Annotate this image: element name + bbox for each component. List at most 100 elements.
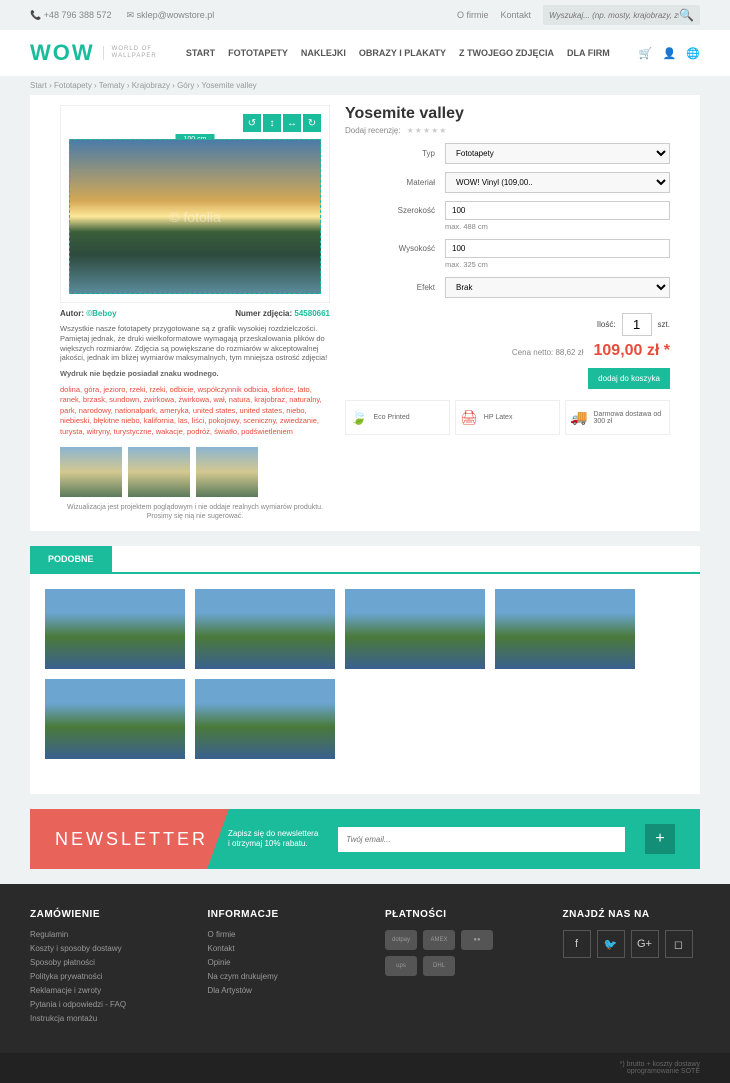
newsletter: NEWSLETTER Zapisz się do newsletterai ot… xyxy=(30,809,700,869)
feature-delivery: 🚚Darmowa dostawa od 300 zł xyxy=(565,400,670,435)
price: 109,00 zł * xyxy=(594,342,671,360)
similar-grid xyxy=(30,574,700,774)
height-input[interactable] xyxy=(445,239,670,258)
newsletter-input[interactable] xyxy=(338,827,625,852)
twitter-icon[interactable]: 🐦 xyxy=(597,930,625,958)
preview-thumb[interactable] xyxy=(128,447,190,497)
product-tags: dolina, góra, jezioro, rzeki, rzeki, odb… xyxy=(60,385,330,438)
rotate-ccw-icon[interactable]: ↺ xyxy=(243,114,261,132)
instagram-icon[interactable]: ◻ xyxy=(665,930,693,958)
pay-dhl-icon: DHL xyxy=(423,956,455,976)
footer-link[interactable]: Koszty i sposoby dostawy xyxy=(30,944,168,953)
watermark-note: Wydruk nie będzie posiadał znaku wodnego… xyxy=(60,369,330,379)
product-description: Wszystkie nasze fototapety przygotowane … xyxy=(60,324,330,363)
pay-mastercard-icon: ●● xyxy=(461,930,493,950)
image-number: Numer zdjęcia: 54580661 xyxy=(235,309,330,318)
bc-item[interactable]: Góry xyxy=(177,81,194,90)
nav-firm[interactable]: DLA FIRM xyxy=(567,48,610,58)
header-icons: 🛒 👤 🌐 xyxy=(639,47,700,60)
email[interactable]: ✉ sklep@wowstore.pl xyxy=(127,10,215,21)
nav-start[interactable]: START xyxy=(186,48,215,58)
footer-link[interactable]: Sposoby płatności xyxy=(30,958,168,967)
tab-similar[interactable]: PODOBNE xyxy=(30,546,112,572)
author-link[interactable]: ©Beboy xyxy=(86,309,116,318)
main-nav: START FOTOTAPETY NAKLEJKI OBRAZY I PLAKA… xyxy=(186,48,610,58)
user-icon[interactable]: 👤 xyxy=(663,47,677,60)
nav-obrazy[interactable]: OBRAZY I PLAKATY xyxy=(359,48,446,58)
width-input[interactable] xyxy=(445,201,670,220)
rotate-cw-icon[interactable]: ↻ xyxy=(303,114,321,132)
preview-thumb[interactable] xyxy=(196,447,258,497)
type-label: Typ xyxy=(345,149,435,158)
footer-link[interactable]: Regulamin xyxy=(30,930,168,939)
footer-link[interactable]: Reklamacje i zwroty xyxy=(30,986,168,995)
footer-link[interactable]: Dla Artystów xyxy=(208,986,346,995)
globe-icon[interactable]: 🌐 xyxy=(686,47,700,60)
about-link[interactable]: O firmie xyxy=(457,10,489,20)
topbar: 📞 +48 796 388 572 ✉ sklep@wowstore.pl O … xyxy=(0,0,730,30)
nav-zdjecia[interactable]: Z TWOJEGO ZDJĘCIA xyxy=(459,48,554,58)
similar-item[interactable] xyxy=(195,589,335,669)
search-icon[interactable]: 🔍 xyxy=(679,8,694,22)
pay-ups-icon: ups xyxy=(385,956,417,976)
contact-link[interactable]: Kontakt xyxy=(501,10,532,20)
main-content: ↺ ↕ ↔ ↻ 100 cm 100 cm © fotolia Autor: ©… xyxy=(30,95,700,531)
bc-item[interactable]: Krajobrazy xyxy=(132,81,170,90)
resize-v-icon[interactable]: ↕ xyxy=(263,114,281,132)
phone: 📞 +48 796 388 572 xyxy=(30,10,112,21)
rating-stars[interactable]: ★★★★★ xyxy=(407,126,448,135)
add-to-cart-button[interactable]: dodaj do koszyka xyxy=(588,368,670,389)
newsletter-submit[interactable]: + xyxy=(645,824,675,854)
product-image[interactable]: © fotolia xyxy=(69,139,321,294)
material-label: Materiał xyxy=(345,178,435,187)
logo[interactable]: WOW WORLD OFWALLPAPER xyxy=(30,40,157,66)
similar-item[interactable] xyxy=(45,679,185,759)
truck-icon: 🚚 xyxy=(570,409,587,426)
footer-link[interactable]: Polityka prywatności xyxy=(30,972,168,981)
printer-icon: 🖨 xyxy=(460,409,478,426)
features: 🍃Eco Printed 🖨HP Latex 🚚Darmowa dostawa … xyxy=(345,400,670,435)
bc-item[interactable]: Tematy xyxy=(99,81,125,90)
google-plus-icon[interactable]: G+ xyxy=(631,930,659,958)
effect-select[interactable]: Brak xyxy=(445,277,670,298)
search-input[interactable] xyxy=(549,11,679,20)
product-config: Yosemite valley Dodaj recenzję: ★★★★★ Ty… xyxy=(345,105,670,521)
footer-col-social: ZNAJDŹ NAS NA f 🐦 G+ ◻ xyxy=(563,909,701,1028)
preview-thumb[interactable] xyxy=(60,447,122,497)
bc-item[interactable]: Fototapety xyxy=(54,81,92,90)
resize-h-icon[interactable]: ↔ xyxy=(283,114,301,132)
bc-item[interactable]: Start xyxy=(30,81,47,90)
height-hint: max. 325 cm xyxy=(445,260,670,269)
effect-label: Efekt xyxy=(345,283,435,292)
similar-item[interactable] xyxy=(45,589,185,669)
preview-thumbs xyxy=(60,447,330,497)
nav-naklejki[interactable]: NAKLEJKI xyxy=(301,48,346,58)
bc-current: Yosemite valley xyxy=(201,81,256,90)
pay-amex-icon: AMEX xyxy=(423,930,455,950)
similar-item[interactable] xyxy=(195,679,335,759)
newsletter-title: NEWSLETTER xyxy=(55,829,208,850)
footer-link[interactable]: O firmie xyxy=(208,930,346,939)
footer-bottom: *) brutto + koszty dostawyoprogramowanie… xyxy=(0,1053,730,1083)
thumb-note: Wizualizacja jest projektem poglądowym i… xyxy=(60,503,330,521)
footer: ZAMÓWIENIE Regulamin Koszty i sposoby do… xyxy=(0,884,730,1053)
nav-fototapety[interactable]: FOTOTAPETY xyxy=(228,48,288,58)
review-row: Dodaj recenzję: ★★★★★ xyxy=(345,126,670,135)
footer-link[interactable]: Na czym drukujemy xyxy=(208,972,346,981)
header: WOW WORLD OFWALLPAPER START FOTOTAPETY N… xyxy=(0,30,730,76)
price-netto: Cena netto: 88,62 zł xyxy=(512,348,584,357)
cart-icon[interactable]: 🛒 xyxy=(639,47,653,60)
product-meta: Autor: ©Beboy Numer zdjęcia: 54580661 xyxy=(60,309,330,318)
facebook-icon[interactable]: f xyxy=(563,930,591,958)
footer-link[interactable]: Pytania i odpowiedzi - FAQ xyxy=(30,1000,168,1009)
footer-link[interactable]: Instrukcja montażu xyxy=(30,1014,168,1023)
footer-link[interactable]: Kontakt xyxy=(208,944,346,953)
material-select[interactable]: WOW! Vinyl (109,00.. xyxy=(445,172,670,193)
qty-input[interactable] xyxy=(622,313,652,336)
similar-item[interactable] xyxy=(345,589,485,669)
footer-link[interactable]: Opinie xyxy=(208,958,346,967)
qty-row: Ilość: szt. xyxy=(345,313,670,336)
similar-item[interactable] xyxy=(495,589,635,669)
logo-sub: WORLD OFWALLPAPER xyxy=(103,46,157,60)
type-select[interactable]: Fototapety xyxy=(445,143,670,164)
